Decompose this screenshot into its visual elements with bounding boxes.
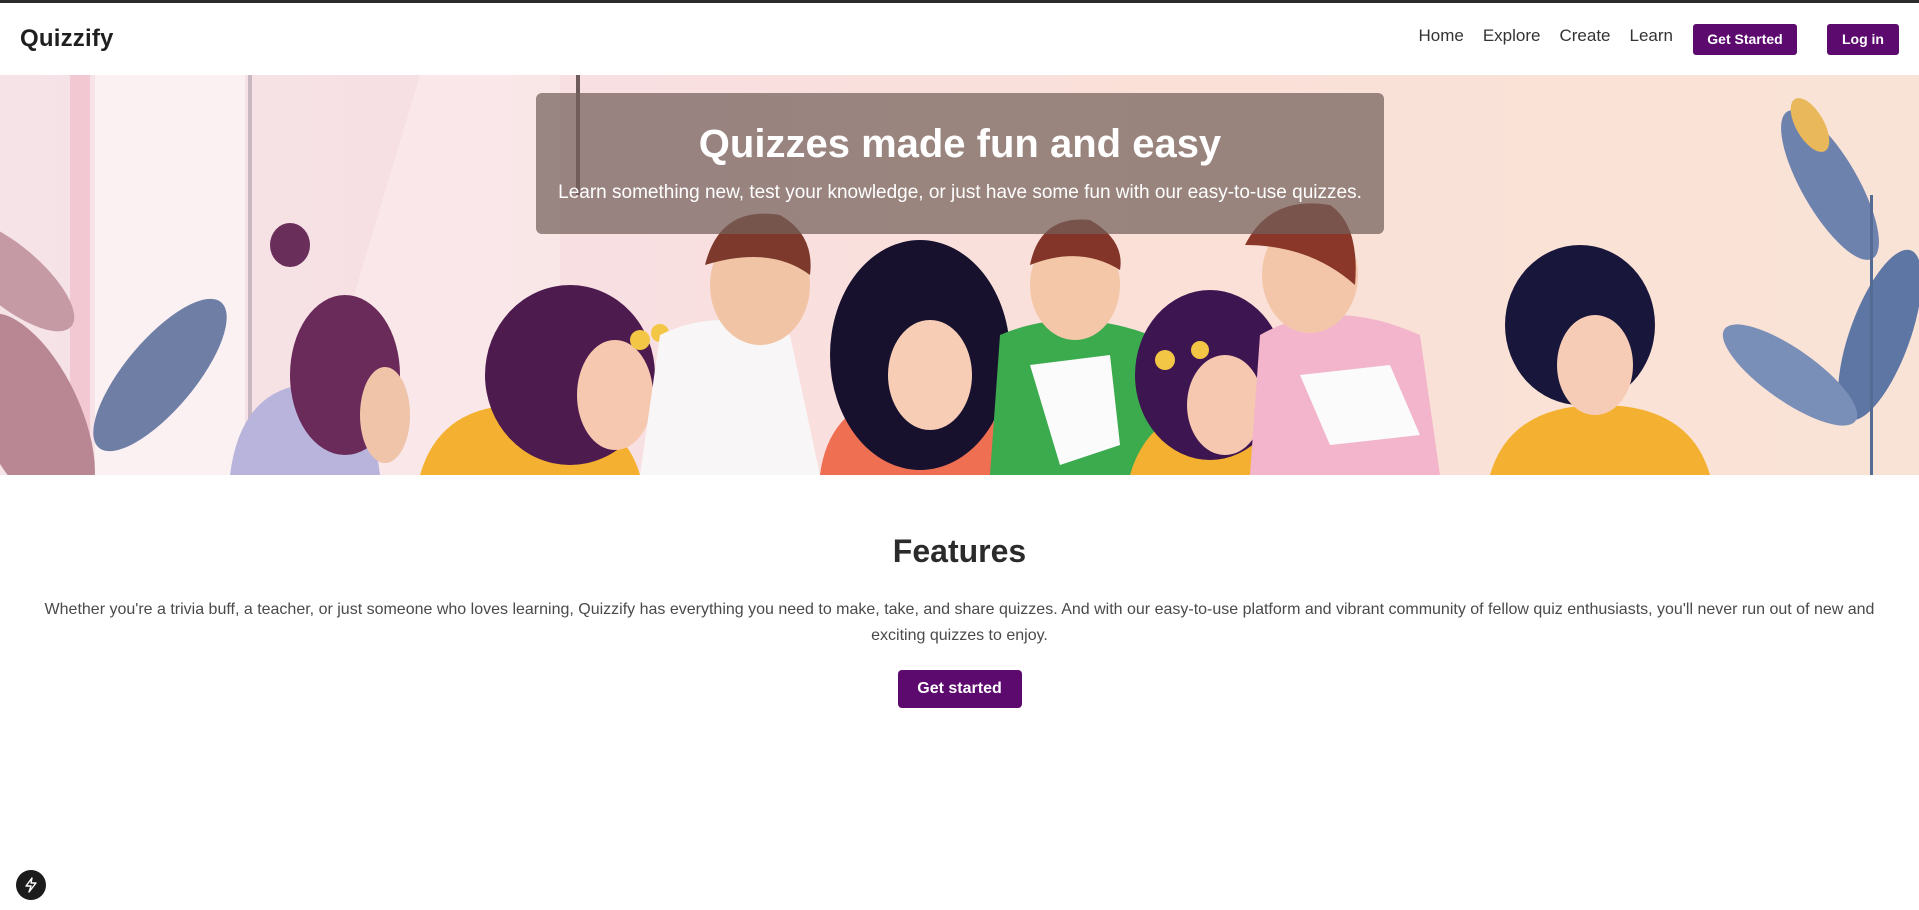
login-button[interactable]: Log in bbox=[1827, 23, 1899, 55]
get-started-nav-button[interactable]: Get Started bbox=[1693, 23, 1797, 55]
nav-menu: Home Explore Create Learn Get Started Lo… bbox=[1418, 23, 1899, 55]
features-description: Whether you're a trivia buff, a teacher,… bbox=[44, 601, 1875, 644]
get-started-button[interactable]: Get started bbox=[897, 670, 1022, 708]
hero-title: Quizzes made fun and easy bbox=[698, 122, 1222, 166]
nav-link-create[interactable]: Create bbox=[1559, 26, 1610, 46]
features-section: Features Whether you're a trivia buff, a… bbox=[0, 475, 1919, 708]
nav-link-learn[interactable]: Learn bbox=[1630, 26, 1673, 46]
hero-overlay-box: Quizzes made fun and easy Learn somethin… bbox=[536, 93, 1384, 234]
hero-banner: Quizzes made fun and easy Learn somethin… bbox=[0, 75, 1919, 475]
features-title: Features bbox=[892, 533, 1027, 569]
bolt-icon[interactable] bbox=[16, 870, 46, 900]
nav-link-explore[interactable]: Explore bbox=[1483, 26, 1541, 46]
navbar: Quizzify Home Explore Create Learn Get S… bbox=[0, 3, 1919, 75]
nav-link-home[interactable]: Home bbox=[1418, 26, 1463, 46]
brand-logo[interactable]: Quizzify bbox=[20, 25, 114, 53]
hero-subtitle: Learn something new, test your knowledge… bbox=[558, 182, 1362, 203]
